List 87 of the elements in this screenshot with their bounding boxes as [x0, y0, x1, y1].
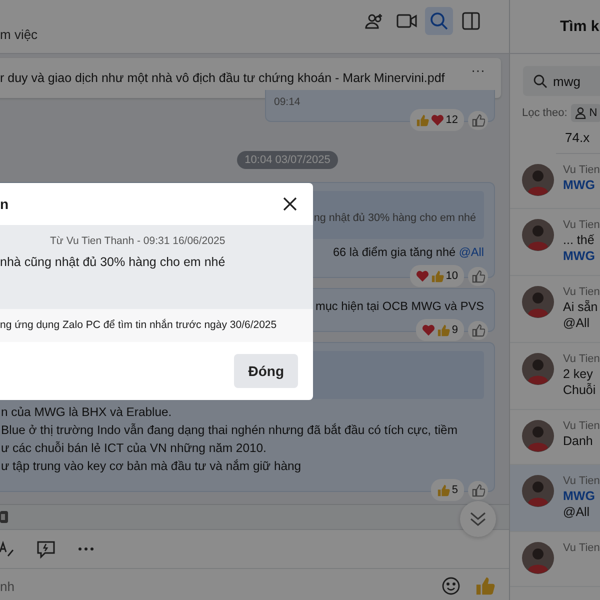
- search-button[interactable]: [425, 6, 453, 34]
- result-snippet: ... thế: [563, 233, 596, 247]
- panel-title: Tìm ki: [560, 18, 600, 35]
- search-result[interactable]: Vu Tien Danh: [510, 410, 600, 465]
- search-match: MWG: [563, 489, 596, 503]
- message-text: 66 là điểm gia tăng nhé: [332, 245, 456, 259]
- search-result[interactable]: Vu Tien 2 key Chuỗi: [510, 343, 600, 410]
- close-dialog-button[interactable]: Đóng: [234, 354, 298, 388]
- sender-filter-chip[interactable]: N: [571, 104, 600, 122]
- avatar: [522, 219, 554, 251]
- message-text: nhà cũng nhật đủ 30% hàng cho em nhé: [0, 255, 226, 269]
- like-button[interactable]: [468, 480, 488, 500]
- message-text: n của MWG là BHX và Erablue.: [1, 405, 172, 419]
- search-match: MWG: [563, 178, 596, 192]
- quoted-text: ng nhật đủ 30% hàng cho em nhé: [314, 211, 476, 226]
- sender-name: Vu Tien: [563, 420, 600, 432]
- double-chevron-icon: [469, 511, 487, 527]
- search-result[interactable]: Vu Tien MWG: [510, 154, 600, 209]
- close-button[interactable]: [281, 195, 299, 213]
- thumbs-up-icon: [430, 270, 444, 282]
- reaction-count: 5: [452, 483, 458, 498]
- avatar: [522, 164, 554, 196]
- avatar: [522, 475, 554, 507]
- search-query: mwg: [553, 74, 580, 88]
- dialog-note: ng ứng dụng Zalo PC để tìm tin nhắn trước ngày 30/6/2025: [0, 319, 277, 331]
- avatar: [522, 542, 554, 574]
- mention-link[interactable]: @All: [458, 245, 484, 259]
- thumbs-up-icon: [416, 114, 429, 126]
- reaction-count: 12: [446, 113, 458, 128]
- chat-title: m việc: [0, 27, 38, 44]
- panel-icon: [461, 10, 481, 30]
- result-snippet: Ai sẵn: [563, 300, 599, 314]
- search-match: MWG: [563, 249, 596, 263]
- heart-icon: [416, 270, 429, 282]
- search-result[interactable]: Vu Tien ... thế MWG: [510, 209, 600, 276]
- search-icon: [533, 74, 547, 88]
- pinned-file-bar[interactable]: r duy và giao dịch như một nhà vô địch đầu tư chứng khoán - Mark Minervini.pdf ···: [0, 58, 501, 98]
- message-text: mục hiện tại OCB MWG và PVS: [316, 299, 484, 313]
- search-result[interactable]: Vu Tien Ai sẵn @All: [510, 276, 600, 343]
- reaction-summary[interactable]: 12: [410, 109, 464, 131]
- reaction-summary[interactable]: 10: [410, 265, 464, 287]
- search-result[interactable]: Vu Tien MWG @All: [510, 465, 600, 532]
- message-source: Từ Vu Tien Thanh - 09:31 16/06/2025: [49, 235, 226, 247]
- result-snippet: 74.x: [565, 130, 590, 145]
- sender-name: Vu Tien: [563, 475, 600, 487]
- reaction-count: 9: [452, 323, 458, 338]
- person-icon: [575, 107, 586, 119]
- thumbs-up-icon: [436, 324, 450, 336]
- like-button[interactable]: [468, 320, 488, 340]
- sender-name: Vu Tien: [563, 542, 600, 554]
- search-icon: [429, 10, 449, 30]
- text-format-icon[interactable]: [0, 540, 14, 558]
- avatar: [522, 353, 554, 385]
- reaction-summary[interactable]: 9: [416, 319, 464, 341]
- filter-label: Lọc theo:: [522, 107, 568, 119]
- message-text: ư tập trung vào key cơ bản mà đầu tư và nắm giữ hàng: [1, 459, 302, 473]
- like-button[interactable]: [468, 110, 488, 130]
- pinned-file-name: r duy và giao dịch như một nhà vô địch đầu tư chứng khoán - Mark Minervini.pdf: [0, 71, 445, 85]
- more-button[interactable]: ···: [471, 58, 485, 78]
- avatar: [522, 286, 554, 318]
- search-field[interactable]: mwg: [523, 66, 600, 96]
- result-snippet: 2 key: [563, 367, 594, 381]
- message-input[interactable]: nh: [0, 569, 434, 600]
- heart-icon: [430, 114, 444, 126]
- avatar: [522, 420, 554, 452]
- reaction-summary[interactable]: 5: [430, 479, 464, 501]
- dialog-title: n: [0, 196, 9, 212]
- sender-name: Vu Tien: [563, 353, 600, 365]
- sender-name: Vu Tien: [563, 286, 600, 298]
- result-snippet: Danh: [563, 434, 594, 448]
- result-snippet: @All: [563, 505, 591, 519]
- search-result[interactable]: Vu Tien: [510, 532, 600, 587]
- thumbs-up-icon[interactable]: [468, 569, 509, 600]
- thumbs-up-icon: [436, 484, 450, 496]
- message-time: 09:14: [274, 96, 300, 108]
- date-separator: 10:04 03/07/2025: [236, 151, 338, 169]
- more-icon[interactable]: [78, 547, 94, 551]
- sender-name: Vu Tien: [563, 164, 600, 176]
- result-snippet: Chuỗi: [563, 383, 597, 397]
- quick-message-icon[interactable]: [36, 539, 56, 559]
- result-snippet: @All: [563, 316, 591, 330]
- heart-icon: [422, 324, 435, 336]
- sender-name: Vu Tien: [563, 219, 600, 231]
- message-text: ư các chuỗi bán lẻ ICT của VN những năm 2010.: [1, 441, 266, 455]
- like-button[interactable]: [468, 266, 488, 286]
- message-text: Blue ở thị trường Indo vẫn đang dạng thai nghén nhưng đã bắt đầu có tích cực, tiềm: [1, 423, 458, 437]
- reaction-count: 10: [446, 269, 458, 284]
